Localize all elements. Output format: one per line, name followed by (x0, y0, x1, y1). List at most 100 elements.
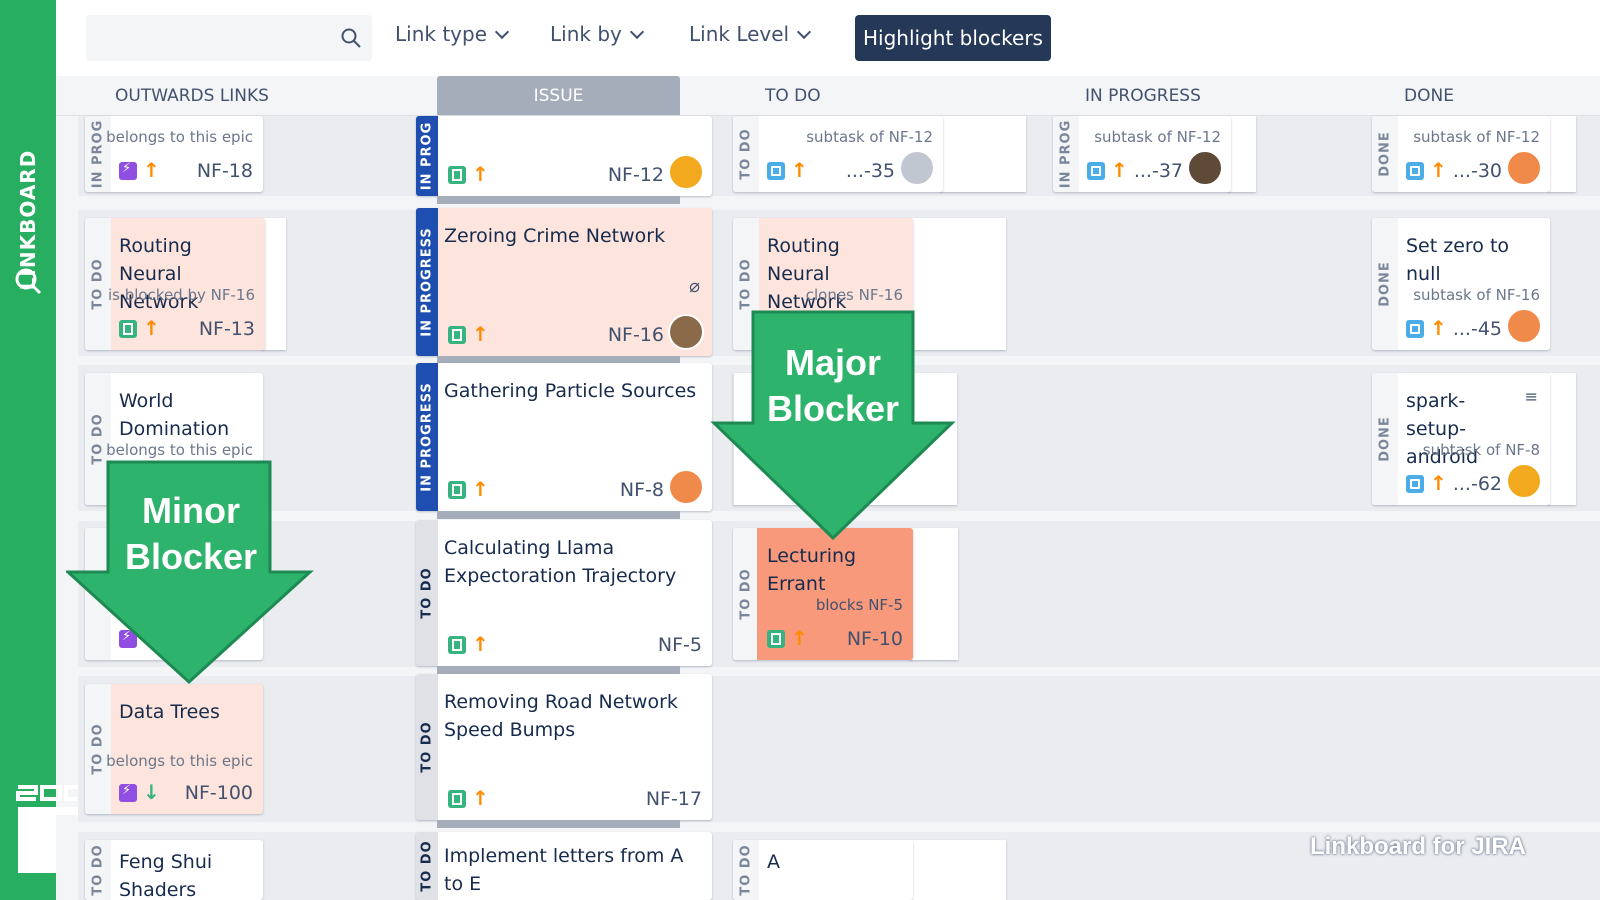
status-stripe: TO DO (85, 684, 111, 814)
issue-card[interactable]: IN PROG ↑ NF-12 (416, 116, 712, 196)
issue-key: NF-8 (619, 479, 664, 501)
avatar (1506, 150, 1542, 186)
link-relation: belongs to this epic (106, 128, 253, 146)
board-row (78, 676, 1600, 822)
issue-key: NF-5 (657, 634, 702, 656)
issue-title: Removing Road Network Speed Bumps (444, 691, 678, 741)
story-icon (448, 636, 466, 654)
status-stripe: DONE (1372, 218, 1398, 350)
todo-card[interactable]: TO DO A (733, 840, 913, 900)
issue-key: ...-62 (1452, 473, 1502, 495)
issue-card[interactable]: TO DO Implement letters from A to E (416, 832, 712, 900)
outward-link-card[interactable]: TO DO Routing Neural Network is blocked … (85, 218, 265, 350)
status-stripe: TO DO (416, 674, 438, 820)
avatar (668, 469, 704, 505)
status-stripe: TO DO (733, 116, 759, 192)
issue-title: Zeroing Crime Network (444, 225, 666, 247)
outward-link-card[interactable]: TO DO Data Trees belongs to this epic ↓ … (85, 684, 263, 814)
priority-high-icon: ↑ (1111, 158, 1128, 182)
priority-low-icon: ↓ (143, 780, 160, 804)
description-icon: ≡ (1524, 387, 1538, 406)
subtask-icon (1406, 162, 1424, 180)
link-by-dropdown[interactable]: Link by (550, 22, 644, 46)
avatar (1506, 463, 1542, 499)
issue-key: NF-10 (846, 628, 903, 650)
link-level-label: Link Level (689, 22, 790, 46)
link-level-dropdown[interactable]: Link Level (689, 22, 812, 46)
stacked-cards[interactable] (1548, 373, 1576, 505)
issue-card[interactable]: TO DO Calculating Llama Expectoration Tr… (416, 520, 712, 666)
issue-bar (437, 820, 680, 828)
done-card[interactable]: DONE spark-setup-android ≡ subtask of NF… (1372, 373, 1550, 505)
done-card[interactable]: DONE Set zero to null subtask of NF-16 ↑… (1372, 218, 1550, 350)
status-stripe: TO DO (85, 218, 111, 350)
avatar (1506, 308, 1542, 344)
priority-high-icon: ↑ (791, 626, 808, 650)
done-card[interactable]: DONE subtask of NF-12 ↑ ...-30 (1372, 116, 1550, 192)
outward-link-card[interactable]: TO DO Feng Shui Shaders (85, 840, 263, 900)
stacked-cards[interactable] (262, 218, 286, 350)
link-relation: clones NF-16 (805, 286, 903, 304)
attachment-icon: ⌀ (689, 276, 700, 297)
link-relation: subtask of NF-8 (1422, 441, 1540, 459)
story-icon (767, 630, 785, 648)
issue-card[interactable]: IN PROGRESS Zeroing Crime Network ↑ ⌀ NF… (416, 208, 712, 356)
issue-title: Calculating Llama Expectoration Trajecto… (444, 537, 677, 587)
todo-card[interactable]: TO DO subtask of NF-12 ↑ ...-35 (733, 116, 943, 192)
story-icon (448, 166, 466, 184)
priority-high-icon: ↑ (472, 322, 489, 346)
issue-title: Feng Shui Shaders (119, 851, 213, 900)
issue-card[interactable]: IN PROGRESS Gathering Particle Sources ↑… (416, 363, 712, 511)
issue-title: Set zero to null (1406, 235, 1510, 285)
issue-key: ...-30 (1452, 160, 1502, 182)
issue-key: ...-45 (1452, 318, 1502, 340)
issue-key: NF-100 (184, 782, 253, 804)
priority-high-icon: ↑ (1430, 158, 1447, 182)
status-stripe: DONE (1372, 373, 1398, 505)
issue-title: Lecturing Errant (767, 545, 857, 595)
subtask-icon (1406, 320, 1424, 338)
epic-icon (119, 783, 137, 802)
minor-blocker-label: Minor Blocker (124, 490, 258, 577)
issue-key: ...-37 (1133, 160, 1183, 182)
link-by-label: Link by (550, 22, 622, 46)
stacked-cards[interactable] (1228, 116, 1256, 192)
sidebar: LINKBOARD (0, 0, 114, 900)
status-stripe: TO DO (85, 840, 111, 900)
story-icon (448, 790, 466, 808)
issue-key: NF-12 (607, 164, 664, 186)
priority-high-icon: ↑ (1430, 471, 1447, 495)
status-stripe: TO DO (416, 832, 438, 900)
issue-title: Data Trees (119, 701, 220, 723)
issue-title: Implement letters from A to E (444, 845, 684, 895)
issue-card[interactable]: TO DO Removing Road Network Speed Bumps … (416, 674, 712, 820)
status-stripe: TO DO (416, 520, 438, 666)
link-relation: belongs to this epic (106, 441, 253, 459)
status-stripe: DONE (1372, 116, 1398, 192)
stacked-cards[interactable] (940, 116, 1026, 192)
status-stripe: IN PROGRESS (416, 208, 438, 356)
chevron-down-icon (629, 24, 644, 40)
search-icon[interactable] (12, 265, 44, 297)
in-progress-card[interactable]: IN PROG subtask of NF-12 ↑ ...-37 (1053, 116, 1231, 192)
status-stripe: IN PROG (1053, 116, 1079, 192)
search-input[interactable] (86, 15, 372, 61)
issue-key: NF-18 (196, 160, 253, 182)
priority-high-icon: ↑ (472, 162, 489, 186)
column-header-issue: ISSUE (437, 76, 680, 116)
link-type-dropdown[interactable]: Link type (395, 22, 510, 46)
priority-high-icon: ↑ (143, 158, 160, 182)
highlight-blockers-button[interactable]: Highlight blockers (855, 15, 1051, 61)
issue-key: NF-13 (198, 318, 255, 340)
stacked-cards[interactable] (1548, 116, 1576, 192)
column-header-todo: TO DO (765, 86, 821, 106)
issue-bar (437, 511, 680, 519)
priority-high-icon: ↑ (791, 158, 808, 182)
story-icon (448, 481, 466, 499)
stacked-cards[interactable] (910, 840, 1006, 900)
outward-link-card[interactable]: IN PROG belongs to this epic ↑ NF-18 (85, 116, 263, 192)
link-relation: subtask of NF-12 (1413, 128, 1540, 146)
column-header-in-progress: IN PROGRESS (1085, 86, 1201, 106)
chevron-down-icon (797, 24, 812, 40)
priority-high-icon: ↑ (472, 786, 489, 810)
